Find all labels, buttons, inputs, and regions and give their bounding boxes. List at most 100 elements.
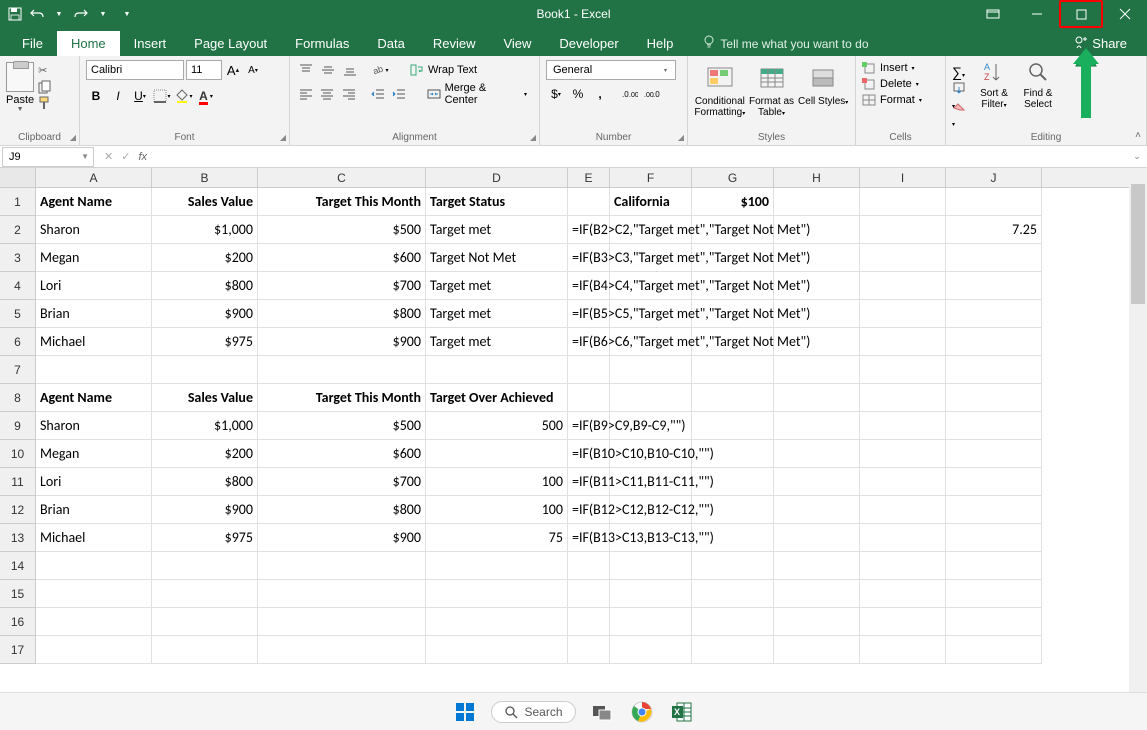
row-header-11[interactable]: 11 [0,468,36,496]
row-header-14[interactable]: 14 [0,552,36,580]
cell-J4[interactable] [946,272,1042,300]
font-size-input[interactable] [186,60,222,80]
row-header-7[interactable]: 7 [0,356,36,384]
format-painter-icon[interactable] [38,96,54,110]
cell-D15[interactable] [426,580,568,608]
cell-B4[interactable]: $800 [152,272,258,300]
cell-G17[interactable] [692,636,774,664]
row-header-3[interactable]: 3 [0,244,36,272]
cell-G15[interactable] [692,580,774,608]
cancel-formula-icon[interactable]: ✕ [104,150,113,163]
column-header-H[interactable]: H [774,168,860,187]
decrease-indent-icon[interactable] [368,84,387,104]
cell-C16[interactable] [258,608,426,636]
undo-dropdown-icon[interactable]: ▼ [50,5,68,23]
row-header-6[interactable]: 6 [0,328,36,356]
cell-C5[interactable]: $800 [258,300,426,328]
cell-B3[interactable]: $200 [152,244,258,272]
cell-A1[interactable]: Agent Name [36,188,152,216]
tab-help[interactable]: Help [633,31,688,56]
cell-E5[interactable]: =IF(B5>C5,"Target met","Target Not Met") [568,300,610,328]
cell-I9[interactable] [860,412,946,440]
cell-A16[interactable] [36,608,152,636]
cell-D7[interactable] [426,356,568,384]
cell-B11[interactable]: $800 [152,468,258,496]
cell-J9[interactable] [946,412,1042,440]
cell-G9[interactable] [692,412,774,440]
cell-J15[interactable] [946,580,1042,608]
number-format-select[interactable] [546,60,676,80]
cell-C4[interactable]: $700 [258,272,426,300]
row-header-15[interactable]: 15 [0,580,36,608]
cell-B15[interactable] [152,580,258,608]
row-header-8[interactable]: 8 [0,384,36,412]
cell-B13[interactable]: $975 [152,524,258,552]
save-icon[interactable] [6,5,24,23]
cell-A6[interactable]: Michael [36,328,152,356]
increase-font-icon[interactable]: A▴ [224,61,242,79]
cells-area[interactable]: Agent NameSales ValueTarget This MonthTa… [36,188,1042,664]
cell-J11[interactable] [946,468,1042,496]
cell-J10[interactable] [946,440,1042,468]
cell-C6[interactable]: $900 [258,328,426,356]
sort-filter-button[interactable]: AZ Sort & Filter▾ [972,60,1016,110]
align-middle-icon[interactable] [318,60,338,80]
cell-H16[interactable] [774,608,860,636]
merge-center-button[interactable]: Merge & Center ▾ [421,84,533,104]
cell-G16[interactable] [692,608,774,636]
name-box[interactable]: J9 ▼ [2,147,94,167]
cell-J3[interactable] [946,244,1042,272]
paste-button[interactable]: Paste ▼ [6,60,34,113]
row-header-17[interactable]: 17 [0,636,36,664]
cell-I12[interactable] [860,496,946,524]
cell-G14[interactable] [692,552,774,580]
fx-icon[interactable]: fx [138,151,147,163]
cell-H10[interactable] [774,440,860,468]
cell-I14[interactable] [860,552,946,580]
format-cells-button[interactable]: Format▾ [862,92,922,108]
cell-F1[interactable]: California [610,188,692,216]
cell-F14[interactable] [610,552,692,580]
tab-home[interactable]: Home [57,31,120,56]
cell-J16[interactable] [946,608,1042,636]
decrease-decimal-icon[interactable]: .00.0 [642,84,662,104]
cell-I15[interactable] [860,580,946,608]
cell-C11[interactable]: $700 [258,468,426,496]
cell-D12[interactable]: 100 [426,496,568,524]
cell-E1[interactable] [568,188,610,216]
cell-B12[interactable]: $900 [152,496,258,524]
cell-D13[interactable]: 75 [426,524,568,552]
cell-E11[interactable]: =IF(B11>C11,B11-C11,"") [568,468,610,496]
tab-view[interactable]: View [489,31,545,56]
cell-C12[interactable]: $800 [258,496,426,524]
cell-B10[interactable]: $200 [152,440,258,468]
accounting-format-icon[interactable]: $▾ [546,84,566,104]
row-header-10[interactable]: 10 [0,440,36,468]
cell-B9[interactable]: $1,000 [152,412,258,440]
cell-F16[interactable] [610,608,692,636]
row-header-12[interactable]: 12 [0,496,36,524]
number-dialog-launcher[interactable]: ◢ [678,133,684,142]
column-header-G[interactable]: G [692,168,774,187]
cell-D14[interactable] [426,552,568,580]
cell-I3[interactable] [860,244,946,272]
cell-A8[interactable]: Agent Name [36,384,152,412]
bold-button[interactable]: B [86,86,106,106]
cell-I13[interactable] [860,524,946,552]
cell-I5[interactable] [860,300,946,328]
cell-A5[interactable]: Brian [36,300,152,328]
row-header-9[interactable]: 9 [0,412,36,440]
cell-I7[interactable] [860,356,946,384]
cell-C9[interactable]: $500 [258,412,426,440]
cell-A14[interactable] [36,552,152,580]
maximize-button[interactable] [1059,0,1103,28]
column-header-D[interactable]: D [426,168,568,187]
column-header-I[interactable]: I [860,168,946,187]
row-header-4[interactable]: 4 [0,272,36,300]
select-all-corner[interactable] [0,168,36,187]
wrap-text-button[interactable]: Wrap Text [404,60,483,80]
cell-H8[interactable] [774,384,860,412]
increase-decimal-icon[interactable]: .0.00 [620,84,640,104]
cell-A13[interactable]: Michael [36,524,152,552]
scrollbar-thumb[interactable] [1131,184,1145,304]
